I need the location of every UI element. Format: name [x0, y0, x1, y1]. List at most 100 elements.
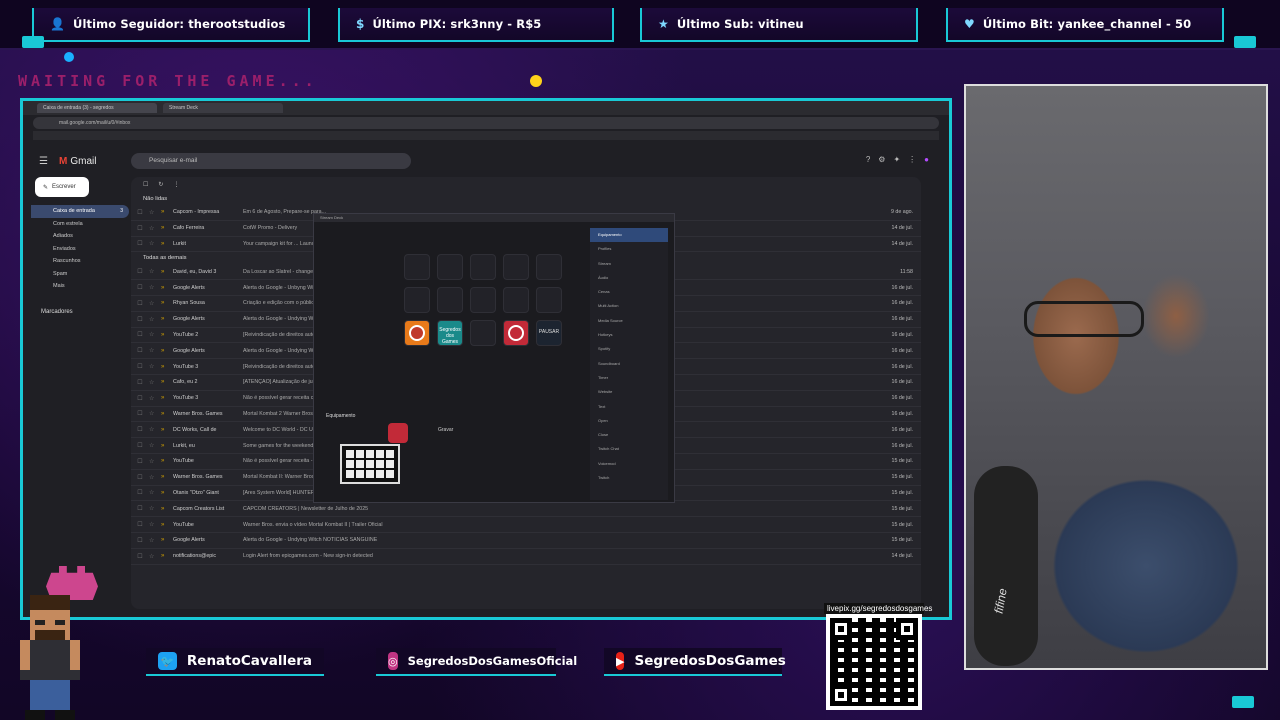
important-icon[interactable]: »	[161, 458, 173, 464]
important-icon[interactable]: »	[161, 443, 173, 449]
star-icon[interactable]: ☆	[149, 410, 161, 417]
deck-key[interactable]: Segredos dos Games	[437, 320, 463, 346]
important-icon[interactable]: »	[161, 348, 173, 354]
deck-key[interactable]	[503, 320, 529, 346]
deck-action-item[interactable]: Cenas	[590, 285, 668, 299]
row-checkbox[interactable]: ☐	[131, 347, 149, 354]
deck-action-item[interactable]: Multi Action	[590, 299, 668, 313]
star-icon[interactable]: ☆	[149, 379, 161, 386]
star-icon[interactable]: ☆	[149, 395, 161, 402]
star-icon[interactable]: ☆	[149, 347, 161, 354]
important-icon[interactable]: »	[161, 285, 173, 291]
important-icon[interactable]: »	[161, 474, 173, 480]
deck-action-item[interactable]: Close	[590, 428, 668, 442]
row-checkbox[interactable]: ☐	[131, 489, 149, 496]
sparkle-icon[interactable]: ✦	[893, 155, 900, 164]
avatar[interactable]: ●	[924, 155, 929, 164]
row-checkbox[interactable]: ☐	[131, 410, 149, 417]
star-icon[interactable]: ☆	[149, 521, 161, 528]
star-icon[interactable]: ☆	[149, 474, 161, 481]
browser-tab-deck[interactable]: Stream Deck	[163, 103, 283, 113]
star-icon[interactable]: ☆	[149, 553, 161, 560]
star-icon[interactable]: ☆	[149, 284, 161, 291]
row-checkbox[interactable]: ☐	[131, 395, 149, 402]
deck-action-item[interactable]: Stream	[590, 257, 668, 271]
row-checkbox[interactable]: ☐	[131, 426, 149, 433]
important-icon[interactable]: »	[161, 490, 173, 496]
row-checkbox[interactable]: ☐	[131, 209, 149, 216]
deck-key[interactable]	[404, 320, 430, 346]
star-icon[interactable]: ☆	[149, 225, 161, 232]
table-row[interactable]: ☐ ☆» notifications@epic Login Alert from ep…	[131, 549, 921, 565]
star-icon[interactable]: ☆	[149, 300, 161, 307]
row-checkbox[interactable]: ☐	[131, 316, 149, 323]
row-checkbox[interactable]: ☐	[131, 300, 149, 307]
help-icon[interactable]: ?	[866, 155, 870, 164]
important-icon[interactable]: »	[161, 332, 173, 338]
record-action-icon[interactable]	[388, 423, 408, 443]
deck-action-item[interactable]: Media Source	[590, 314, 668, 328]
row-checkbox[interactable]: ☐	[131, 363, 149, 370]
browser-tab-gmail[interactable]: Caixa de entrada (3) - segredos	[37, 103, 157, 113]
star-icon[interactable]: ☆	[149, 363, 161, 370]
row-checkbox[interactable]: ☐	[131, 268, 149, 275]
important-icon[interactable]: »	[161, 209, 173, 215]
sidebar-item-starred[interactable]: Com estrela	[31, 218, 129, 231]
deck-key[interactable]	[503, 254, 529, 280]
row-checkbox[interactable]: ☐	[131, 331, 149, 338]
star-icon[interactable]: ☆	[149, 537, 161, 544]
search-input[interactable]: Pesquisar e-mail	[131, 153, 411, 169]
important-icon[interactable]: »	[161, 537, 173, 543]
address-bar[interactable]: mail.google.com/mail/u/0/#inbox	[33, 117, 939, 129]
menu-icon[interactable]: ☰	[39, 156, 49, 167]
deck-action-item[interactable]: Website	[590, 385, 668, 399]
star-icon[interactable]: ☆	[149, 331, 161, 338]
deck-key[interactable]	[470, 254, 496, 280]
sidebar-item-inbox[interactable]: Caixa de entrada 3	[31, 205, 129, 218]
row-checkbox[interactable]: ☐	[131, 284, 149, 291]
important-icon[interactable]: »	[161, 411, 173, 417]
deck-action-item[interactable]: Equipamento	[590, 228, 668, 243]
important-icon[interactable]: »	[161, 553, 173, 559]
deck-key[interactable]	[470, 320, 496, 346]
important-icon[interactable]: »	[161, 269, 173, 275]
important-icon[interactable]: »	[161, 241, 173, 247]
deck-key[interactable]	[470, 287, 496, 313]
table-row[interactable]: ☐ ☆» Google Alerts Alerta do Google - Undyi…	[131, 533, 921, 549]
deck-key[interactable]: PAUSAR	[536, 320, 562, 346]
row-checkbox[interactable]: ☐	[131, 442, 149, 449]
row-checkbox[interactable]: ☐	[131, 379, 149, 386]
sidebar-item-snoozed[interactable]: Adiados	[31, 230, 129, 243]
important-icon[interactable]: »	[161, 395, 173, 401]
important-icon[interactable]: »	[161, 427, 173, 433]
deck-action-item[interactable]: Open	[590, 414, 668, 428]
sidebar-item-sent[interactable]: Enviados	[31, 243, 129, 256]
star-icon[interactable]: ☆	[149, 458, 161, 465]
row-checkbox[interactable]: ☐	[131, 240, 149, 247]
star-icon[interactable]: ☆	[149, 268, 161, 275]
deck-key[interactable]	[503, 287, 529, 313]
select-all-checkbox[interactable]: ☐	[143, 181, 148, 189]
deck-action-item[interactable]: Text	[590, 400, 668, 414]
table-row[interactable]: ☐ ☆» YouTube Warner Bros. envia o vídeo Mor…	[131, 517, 921, 533]
deck-key[interactable]	[536, 287, 562, 313]
star-icon[interactable]: ☆	[149, 316, 161, 323]
gmail-logo[interactable]: M Gmail	[59, 156, 96, 167]
star-icon[interactable]: ☆	[149, 505, 161, 512]
row-checkbox[interactable]: ☐	[131, 505, 149, 512]
compose-button[interactable]: ✎ Escrever	[35, 177, 89, 197]
deck-action-item[interactable]: Soundboard	[590, 357, 668, 371]
row-checkbox[interactable]: ☐	[131, 474, 149, 481]
deck-key[interactable]	[404, 287, 430, 313]
deck-key[interactable]	[404, 254, 430, 280]
row-checkbox[interactable]: ☐	[131, 537, 149, 544]
star-icon[interactable]: ☆	[149, 426, 161, 433]
row-checkbox[interactable]: ☐	[131, 553, 149, 560]
row-checkbox[interactable]: ☐	[131, 225, 149, 232]
important-icon[interactable]: »	[161, 522, 173, 528]
star-icon[interactable]: ☆	[149, 489, 161, 496]
deck-action-item[interactable]: Profiles	[590, 242, 668, 256]
deck-action-item[interactable]: Hotkeys	[590, 328, 668, 342]
important-icon[interactable]: »	[161, 364, 173, 370]
gear-icon[interactable]: ⚙	[878, 155, 885, 164]
